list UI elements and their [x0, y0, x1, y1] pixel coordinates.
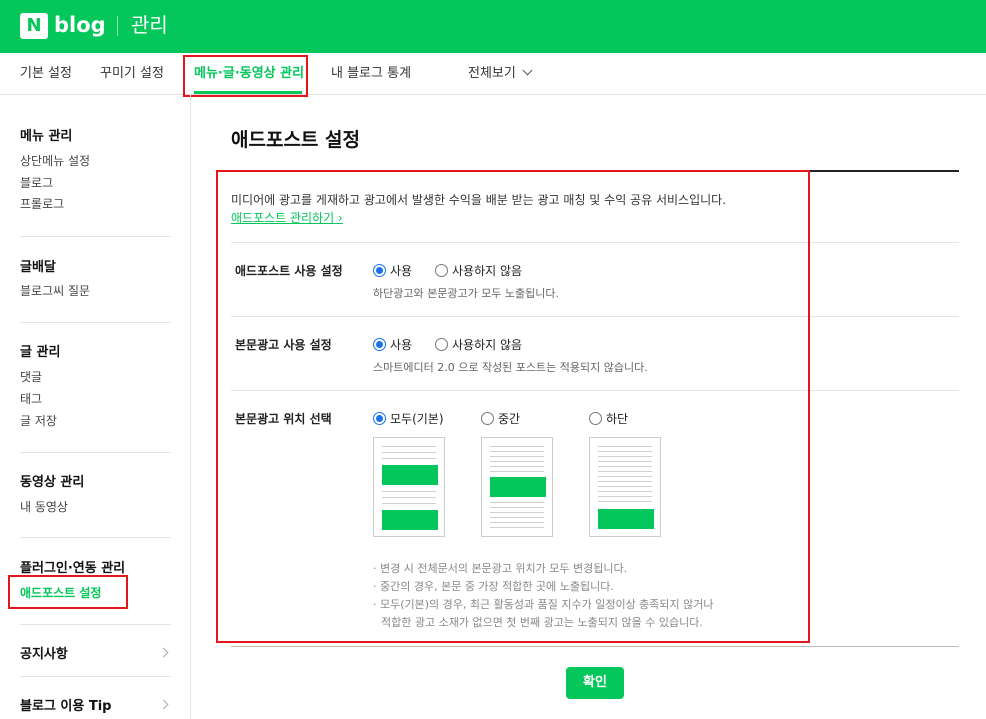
sidebar-divider [20, 452, 171, 453]
bottom-divider [231, 646, 959, 647]
sidebar-item-blogc-question[interactable]: 블로그씨 질문 [20, 282, 90, 299]
tab-design-settings[interactable]: 꾸미기 설정 [100, 53, 164, 95]
tab-basic-settings[interactable]: 기본 설정 [20, 53, 72, 95]
sidebar-heading-plugins: 플러그인·연동 관리 [20, 561, 126, 576]
chevron-right-icon [158, 647, 169, 658]
sidebar-item-blog[interactable]: 블로그 [20, 174, 53, 191]
sidebar-divider [20, 624, 171, 625]
tab-highlight-box [183, 55, 308, 97]
blog-logo-text[interactable]: blog [54, 11, 106, 39]
chevron-down-icon [522, 65, 533, 76]
sidebar-heading-posts: 글 관리 [20, 345, 61, 360]
sidebar-item-comments[interactable]: 댓글 [20, 368, 42, 385]
tab-blog-stats[interactable]: 내 블로그 통계 [331, 53, 411, 95]
sidebar-item-blog-tips[interactable]: 블로그 이용 Tip [20, 695, 111, 714]
sidebar-item-my-videos[interactable]: 내 동영상 [20, 498, 68, 515]
tab-bar: 기본 설정 꾸미기 설정 메뉴·글·동영상 관리 내 블로그 통계 전체보기 [0, 53, 986, 95]
tab-view-all-label: 전체보기 [468, 66, 516, 81]
sidebar-item-tags[interactable]: 태그 [20, 390, 42, 407]
sidebar-divider [20, 322, 171, 323]
sidebar-item-notices[interactable]: 공지사항 [20, 643, 68, 662]
sidebar-highlight-box [8, 575, 128, 609]
sidebar-item-top-menu[interactable]: 상단메뉴 설정 [20, 152, 90, 169]
page-title: 애드포스트 설정 [231, 129, 360, 151]
chevron-right-icon [158, 699, 169, 710]
sidebar-item-saved-posts[interactable]: 글 저장 [20, 412, 57, 429]
sidebar-item-prologue[interactable]: 프롤로그 [20, 195, 64, 212]
tab-view-all[interactable]: 전체보기 [468, 53, 533, 95]
naver-logo-icon[interactable]: N [20, 13, 48, 39]
top-header: N blog 관리 [0, 0, 986, 53]
confirm-button[interactable]: 확인 [566, 667, 624, 699]
sidebar-divider [20, 236, 171, 237]
sidebar-divider [20, 537, 171, 538]
sidebar-divider [20, 676, 171, 677]
sidebar: 메뉴 관리 상단메뉴 설정 블로그 프롤로그 글배달 블로그씨 질문 글 관리 … [0, 95, 191, 719]
sidebar-heading-delivery: 글배달 [20, 260, 56, 275]
content-highlight-box [216, 170, 810, 643]
header-divider [117, 16, 118, 36]
header-title: 관리 [131, 13, 168, 37]
sidebar-heading-menu: 메뉴 관리 [20, 129, 73, 144]
sidebar-heading-videos: 동영상 관리 [20, 475, 85, 490]
